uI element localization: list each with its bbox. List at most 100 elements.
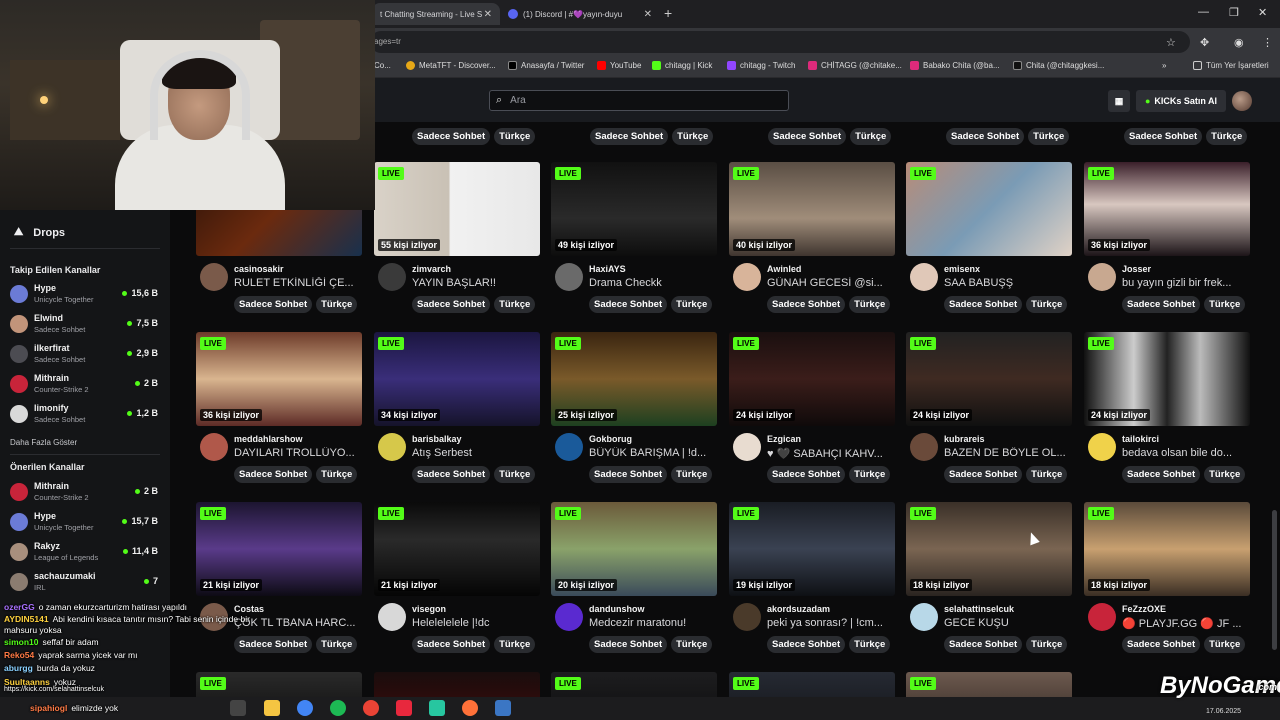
tag-language[interactable]: Türkçe <box>850 128 892 145</box>
channel-name[interactable]: dandunshow <box>589 604 645 614</box>
sidebar-channel[interactable]: Elwind Sadece Sohbet 7,5 B <box>10 312 160 338</box>
channel-name[interactable]: Awinled <box>767 264 801 274</box>
bookmark[interactable]: YouTube <box>597 61 641 70</box>
stream-title[interactable]: bedava olsan bile do... <box>1122 447 1250 459</box>
app-icon[interactable] <box>495 700 511 716</box>
channel-name[interactable]: Ezgican <box>767 434 801 444</box>
tag-category[interactable]: Sadece Sohbet <box>1122 636 1201 653</box>
tag-category[interactable]: Sadece Sohbet <box>767 296 846 313</box>
avatar[interactable] <box>733 433 761 461</box>
tag-language[interactable]: Türkçe <box>849 296 891 313</box>
profile-icon[interactable]: ◉ <box>1234 36 1244 49</box>
buy-kicks-button[interactable]: ● KICKs Satın Al <box>1136 90 1226 112</box>
channel-name[interactable]: FeZzzOXE <box>1122 604 1166 614</box>
bookmark[interactable]: MetaTFT - Discover... <box>406 61 496 70</box>
sidebar-channel[interactable]: limonify Sadece Sohbet 1,2 B <box>10 402 160 428</box>
stream-title[interactable]: 🔴 PLAYJF.GG 🔴 JF ... <box>1122 617 1250 630</box>
stream-thumbnail[interactable]: LIVE 21 kişi izliyor <box>374 502 540 596</box>
stream-title[interactable]: Helelelelele |!dc <box>412 617 540 629</box>
file-explorer-icon[interactable] <box>264 700 280 716</box>
chrome-icon[interactable] <box>363 700 379 716</box>
page-scrollbar[interactable] <box>1272 510 1277 650</box>
tag-category[interactable]: Sadece Sohbet <box>412 466 491 483</box>
stream-thumbnail[interactable]: LIVE 18 kişi izliyor <box>1084 502 1250 596</box>
stream-thumbnail[interactable]: LIVE 24 kişi izliyor <box>729 332 895 426</box>
sidebar-channel[interactable]: Hype Unicycle Together 15,7 B <box>10 510 160 536</box>
sidebar-channel[interactable]: Hype Unicycle Together 15,6 B <box>10 282 160 308</box>
tag-language[interactable]: Türkçe <box>316 466 358 483</box>
tag-category[interactable]: Sadece Sohbet <box>1122 296 1201 313</box>
tag-category[interactable]: Sadece Sohbet <box>767 636 846 653</box>
tab-kick[interactable]: t Chatting Streaming - Live S ✕ <box>372 3 500 25</box>
channel-name[interactable]: casinosakir <box>234 264 284 274</box>
bookmark[interactable]: Co... <box>374 61 391 70</box>
avatar[interactable] <box>1088 433 1116 461</box>
stream-thumbnail[interactable]: LIVE 24 kişi izliyor <box>906 332 1072 426</box>
stream-thumbnail[interactable]: LIVE 36 kişi izliyor <box>196 332 362 426</box>
avatar[interactable] <box>555 263 583 291</box>
avatar[interactable] <box>910 263 938 291</box>
tag-category[interactable]: Sadece Sohbet <box>234 466 313 483</box>
tag-category[interactable]: Sadece Sohbet <box>589 636 668 653</box>
channel-name[interactable]: visegon <box>412 604 446 614</box>
star-icon[interactable]: ☆ <box>1166 36 1176 49</box>
tag-language[interactable]: Türkçe <box>494 466 536 483</box>
tag-category[interactable]: Sadece Sohbet <box>946 128 1025 145</box>
stream-title[interactable]: YAYIN BAŞLAR!! <box>412 277 540 289</box>
stream-title[interactable]: DAYILARI TROLLÜYO... <box>234 447 362 459</box>
bookmark[interactable]: chitagg - Twitch <box>727 61 795 70</box>
sidebar-channel[interactable]: Mithrain Counter-Strike 2 2 B <box>10 372 160 398</box>
new-tab-icon[interactable]: + <box>664 5 672 21</box>
minimize-icon[interactable]: — <box>1198 6 1209 18</box>
tag-language[interactable]: Türkçe <box>316 296 358 313</box>
tag-category[interactable]: Sadece Sohbet <box>589 466 668 483</box>
stream-thumbnail[interactable]: LIVE 34 kişi izliyor <box>374 332 540 426</box>
url-field[interactable]: ages=tr <box>370 31 1190 53</box>
avatar[interactable] <box>378 433 406 461</box>
avatar[interactable] <box>733 603 761 631</box>
tag-category[interactable]: Sadece Sohbet <box>944 466 1023 483</box>
stream-thumbnail[interactable]: LIVE <box>906 162 1072 256</box>
tag-language[interactable]: Türkçe <box>494 128 536 145</box>
avatar[interactable] <box>910 603 938 631</box>
channel-name[interactable]: tailokirci <box>1122 434 1159 444</box>
stream-title[interactable]: BÜYÜK BARIŞMA | !d... <box>589 447 717 459</box>
search-input[interactable]: ⌕ Ara <box>489 90 789 111</box>
bookmark[interactable]: Chita (@chitaggkesi... <box>1013 61 1104 70</box>
stream-title[interactable]: Drama Checkk <box>589 277 717 289</box>
avatar[interactable] <box>555 603 583 631</box>
tag-category[interactable]: Sadece Sohbet <box>1122 466 1201 483</box>
channel-name[interactable]: Gokborug <box>589 434 632 444</box>
stream-title[interactable]: bu yayın gizli bir frek... <box>1122 277 1250 289</box>
sidebar-channel[interactable]: Mithrain Counter-Strike 2 2 B <box>10 480 160 506</box>
tag-language[interactable]: Türkçe <box>1026 636 1068 653</box>
channel-name[interactable]: kubrareis <box>944 434 985 444</box>
channel-name[interactable]: HaxiAYS <box>589 264 626 274</box>
show-more-link[interactable]: Daha Fazla Göster <box>10 438 77 447</box>
bookmark[interactable]: Babako Chita (@ba... <box>910 61 1000 70</box>
tag-language[interactable]: Türkçe <box>1204 296 1246 313</box>
stream-thumbnail[interactable]: LIVE 19 kişi izliyor <box>729 502 895 596</box>
tag-language[interactable]: Türkçe <box>1026 466 1068 483</box>
user-avatar[interactable] <box>1232 91 1252 111</box>
avatar[interactable] <box>378 263 406 291</box>
stream-title[interactable]: Atış Serbest <box>412 447 540 459</box>
avatar[interactable] <box>1088 263 1116 291</box>
app-icon[interactable] <box>396 700 412 716</box>
firefox-icon[interactable] <box>462 700 478 716</box>
tag-language[interactable]: Türkçe <box>672 128 714 145</box>
bookmark[interactable]: Anasayfa / Twitter <box>508 61 584 70</box>
tab-discord[interactable]: (1) Discord | #💜yayın-duyu ✕ <box>500 3 660 25</box>
bookmark[interactable]: CHİTAGG (@chitake... <box>808 61 902 70</box>
avatar[interactable] <box>733 263 761 291</box>
app-icon[interactable] <box>429 700 445 716</box>
channel-name[interactable]: akordsuzadam <box>767 604 830 614</box>
avatar[interactable] <box>1088 603 1116 631</box>
avatar[interactable] <box>555 433 583 461</box>
tag-category[interactable]: Sadece Sohbet <box>768 128 847 145</box>
channel-name[interactable]: meddahlarshow <box>234 434 303 444</box>
stream-thumbnail[interactable]: LIVE 49 kişi izliyor <box>551 162 717 256</box>
menu-icon[interactable]: ⋮ <box>1262 36 1273 49</box>
tag-language[interactable]: Türkçe <box>849 636 891 653</box>
tag-category[interactable]: Sadece Sohbet <box>412 636 491 653</box>
